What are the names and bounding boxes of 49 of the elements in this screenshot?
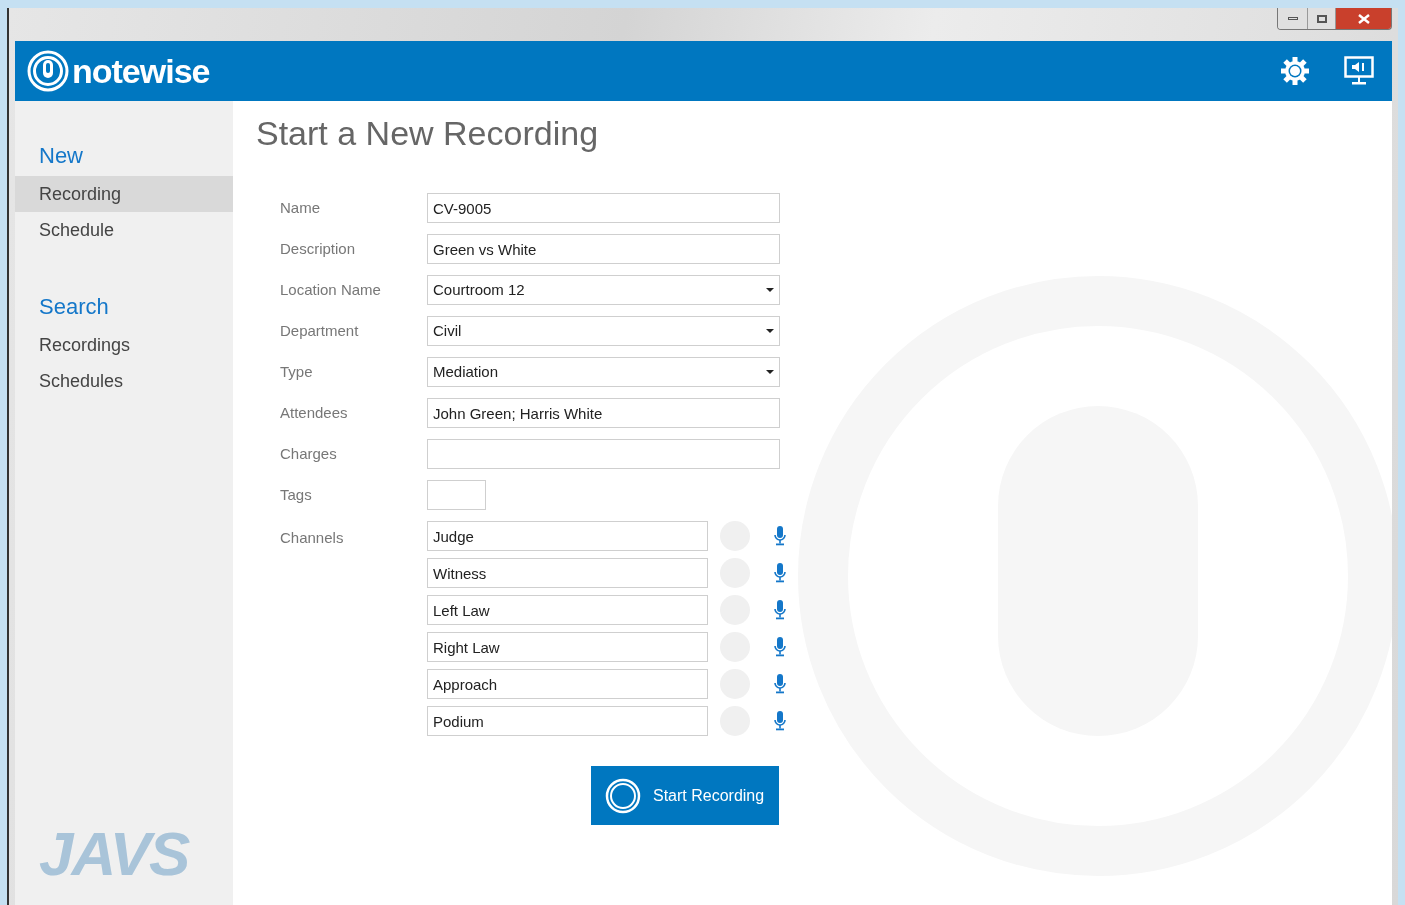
microphone-icon[interactable] <box>774 711 786 731</box>
dropdown-field[interactable]: Courtroom 12 <box>427 275 780 305</box>
input-field[interactable]: CV-9005 <box>427 193 780 223</box>
sidebar-heading: Search <box>38 293 110 321</box>
field-label: Channels <box>280 528 345 548</box>
input-field[interactable]: John Green; Harris White <box>427 398 780 428</box>
field-label: Location Name <box>280 279 382 300</box>
sidebar-item[interactable]: Schedule <box>15 212 233 248</box>
microphone-icon[interactable] <box>774 526 786 546</box>
channel-field[interactable]: Right Law <box>427 632 708 662</box>
sidebar-item[interactable]: Schedules <box>15 363 233 399</box>
field-label: Department <box>280 320 360 341</box>
input-field[interactable] <box>427 480 486 510</box>
close-icon <box>1357 13 1370 24</box>
minimize-button[interactable] <box>1278 8 1308 29</box>
dropdown-field[interactable]: Mediation <box>427 357 780 387</box>
caret-icon <box>766 370 774 374</box>
sidebar-item[interactable]: Recording <box>15 176 233 212</box>
caret-icon <box>766 288 774 292</box>
field-label: Name <box>280 197 321 218</box>
field-label: Description <box>280 238 357 259</box>
input-field[interactable]: Green vs White <box>427 234 780 264</box>
field-label: Attendees <box>280 402 349 423</box>
field-label: Tags <box>280 484 313 505</box>
logo-icon <box>27 50 69 92</box>
record-icon <box>605 777 641 814</box>
microphone-icon[interactable] <box>774 674 786 694</box>
close-button[interactable] <box>1336 8 1391 29</box>
sidebar-item[interactable]: Recordings <box>15 327 233 363</box>
field-label: Type <box>280 361 314 382</box>
settings-icon[interactable] <box>1280 56 1310 86</box>
microphone-icon[interactable] <box>774 600 786 620</box>
page-title: Start a New Recording <box>256 113 600 154</box>
field-label: Charges <box>280 443 338 464</box>
channel-field[interactable]: Left Law <box>427 595 708 625</box>
app-logo-text: notewise <box>72 54 210 88</box>
sidebar-heading: New <box>38 142 84 170</box>
monitor-speaker-icon[interactable] <box>1344 56 1374 86</box>
input-field[interactable] <box>427 439 780 469</box>
microphone-icon[interactable] <box>774 563 786 583</box>
brand-logo-text: JAVS <box>39 823 189 885</box>
dropdown-field[interactable]: Civil <box>427 316 780 346</box>
channel-field[interactable]: Podium <box>427 706 708 736</box>
start-recording-button[interactable]: Start Recording <box>591 766 779 825</box>
microphone-icon[interactable] <box>774 637 786 657</box>
caret-icon <box>766 329 774 333</box>
channel-field[interactable]: Approach <box>427 669 708 699</box>
channel-field[interactable]: Witness <box>427 558 708 588</box>
channel-field[interactable]: Judge <box>427 521 708 551</box>
